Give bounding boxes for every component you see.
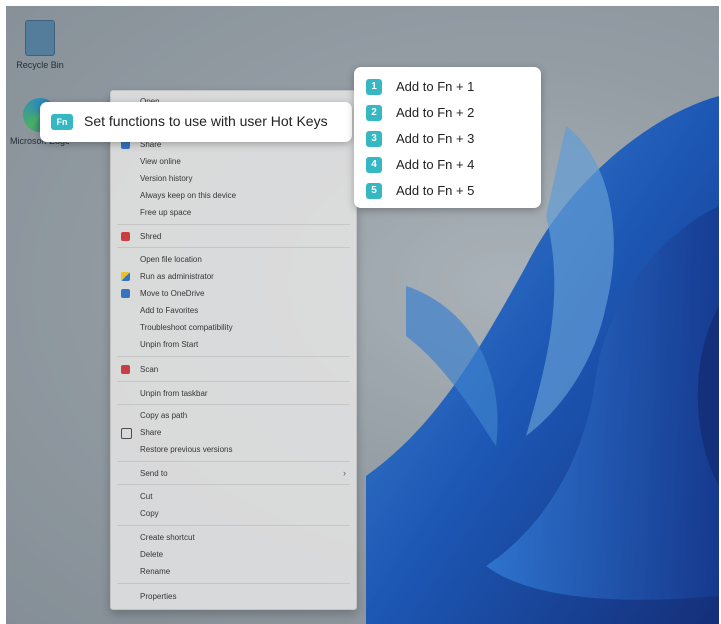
menu-item-view-online[interactable]: View online (111, 153, 356, 170)
menu-item-share[interactable]: Share (111, 424, 356, 441)
mcafee-icon (121, 232, 130, 241)
menu-item-unpin-from-taskbar[interactable]: Unpin from taskbar (111, 385, 356, 402)
menu-item-copy-as-path[interactable]: Copy as path (111, 407, 356, 424)
menu-item-free-up-space[interactable]: Free up space (111, 204, 356, 221)
fn-badge-icon: Fn (51, 114, 73, 130)
menu-separator (117, 381, 350, 382)
menu-separator (117, 461, 350, 462)
menu-item-create-shortcut[interactable]: Create shortcut (111, 529, 356, 546)
menu-separator (117, 484, 350, 485)
menu-item-troubleshoot[interactable]: Troubleshoot compatibility (111, 319, 356, 336)
menu-item-unpin-from-start[interactable]: Unpin from Start (111, 336, 356, 353)
menu-item-open-file-location[interactable]: Open file location (111, 251, 356, 268)
number-1-icon: 1 (366, 79, 382, 95)
hotkey-callout-text: Set functions to use with user Hot Keys (84, 113, 328, 129)
desktop-icon-label: Recycle Bin (16, 60, 64, 70)
menu-separator (117, 404, 350, 405)
menu-separator (117, 224, 350, 225)
menu-item-always-keep[interactable]: Always keep on this device (111, 187, 356, 204)
number-4-icon: 4 (366, 157, 382, 173)
number-2-icon: 2 (366, 105, 382, 121)
recycle-bin-icon (25, 20, 55, 56)
menu-item-run-as-admin[interactable]: Run as administrator (111, 268, 356, 285)
menu-item-delete[interactable]: Delete (111, 546, 356, 563)
menu-item-properties[interactable]: Properties (111, 588, 356, 605)
context-menu: Open Share View online Version history A… (110, 90, 357, 610)
shield-icon (121, 272, 130, 281)
number-5-icon: 5 (366, 183, 382, 199)
menu-item-shred[interactable]: Shred (111, 228, 356, 245)
menu-item-restore-previous-versions[interactable]: Restore previous versions (111, 441, 356, 458)
fn-hotkey-submenu: 1 Add to Fn + 1 2 Add to Fn + 2 3 Add to… (354, 67, 541, 208)
menu-item-move-to-onedrive[interactable]: Move to OneDrive (111, 285, 356, 302)
menu-separator (117, 356, 350, 357)
onedrive-cloud-icon (121, 289, 130, 298)
menu-item-send-to[interactable]: Send to › (111, 465, 356, 482)
menu-item-cut[interactable]: Cut (111, 488, 356, 505)
number-3-icon: 3 (366, 131, 382, 147)
menu-item-copy[interactable]: Copy (111, 505, 356, 522)
menu-item-add-to-favorites[interactable]: Add to Favorites (111, 302, 356, 319)
menu-separator (117, 583, 350, 584)
menu-item-rename[interactable]: Rename (111, 563, 356, 580)
chevron-right-icon: › (343, 468, 346, 478)
recycle-bin-desktop-icon[interactable]: Recycle Bin (8, 20, 72, 70)
hotkey-callout[interactable]: Fn Set functions to use with user Hot Ke… (40, 102, 352, 142)
menu-item-version-history[interactable]: Version history (111, 170, 356, 187)
mcafee-icon (121, 365, 130, 374)
menu-item-scan[interactable]: Scan (111, 361, 356, 378)
menu-separator (117, 247, 350, 248)
menu-separator (117, 525, 350, 526)
share-icon (121, 428, 132, 439)
